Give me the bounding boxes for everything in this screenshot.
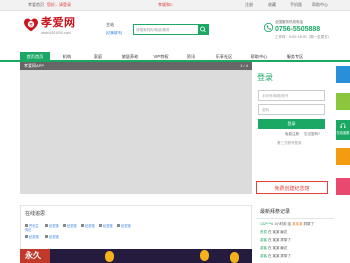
password-field[interactable]: 密码 <box>258 104 325 115</box>
slogan-text: 孝顺和C <box>158 2 173 7</box>
memorial-thumb[interactable]: 纪念馆 <box>117 224 133 229</box>
memorial-thumb[interactable]: 纪念馆 <box>25 235 41 240</box>
record-entry[interactable]: 游客 在 某某 拜祭了 <box>260 238 291 242</box>
side-tab-pink[interactable] <box>336 178 350 195</box>
bookmark-link[interactable]: 收藏 <box>268 2 276 8</box>
side-tab-green[interactable] <box>336 93 350 110</box>
hotline-hours: 工作时：9:00~18:00（周一至周五） <box>275 35 332 39</box>
broken-image-icon <box>25 235 28 238</box>
nav-item-news[interactable]: 资讯 <box>180 52 202 62</box>
current-city: 主站 <box>106 22 114 27</box>
record-entry[interactable]: 游客 在 某某 拜祭了 <box>260 254 291 258</box>
phone-icon <box>264 23 273 32</box>
nav-item-community[interactable]: 乐享社区 <box>210 52 238 62</box>
search-button[interactable] <box>198 25 208 34</box>
banner-title: 孝爱网APP <box>24 63 45 68</box>
online-memorial-title: 在线追思 <box>25 211 46 217</box>
home-link[interactable]: 孝爱首页 <box>28 2 44 8</box>
side-tab-orange[interactable] <box>336 148 350 165</box>
record-entry[interactable]: 132****6 1小时前 给 某某某 拜祭了 <box>260 222 314 226</box>
free-create-memorial-button[interactable]: 免费创建纪念馆 <box>256 181 328 194</box>
search-icon <box>200 26 206 33</box>
promo-text: 永久 <box>25 251 41 260</box>
nav-item-services[interactable]: 服务专区 <box>280 52 310 62</box>
username-placeholder: 手机号/邮箱/账号 <box>262 94 289 98</box>
switch-city-link[interactable]: [切换城市] <box>106 31 122 35</box>
third-party-login-label: 第三方账号登录 <box>277 141 302 145</box>
broken-image-icon <box>99 224 102 227</box>
username-field[interactable]: 手机号/邮箱/账号 <box>258 90 325 101</box>
online-service-label: 在线客服 <box>336 131 350 135</box>
login-button-label: 登录 <box>287 120 296 126</box>
records-title: 最新拜祭记录 <box>260 209 291 215</box>
site-title[interactable]: 孝爱网 <box>41 17 76 30</box>
broken-image-icon <box>45 224 48 227</box>
memorial-thumb[interactable]: 纪念馆 <box>63 224 79 229</box>
register-link[interactable]: 注册 <box>245 2 253 8</box>
banner-pager[interactable]: 1 / 4 <box>240 63 248 69</box>
lantern-icon <box>105 251 114 262</box>
nav-item-institutions[interactable]: 机构 <box>56 52 78 62</box>
broken-image-icon <box>117 224 120 227</box>
nav-item-travel-care[interactable]: 旅居养老 <box>115 52 145 62</box>
record-entry[interactable]: 贵宾 在 某某 献花 <box>260 230 287 234</box>
broken-image-icon <box>63 224 66 227</box>
site-url: www.5201000.com <box>41 31 71 35</box>
nav-item-help[interactable]: 帮助中心 <box>245 52 273 62</box>
memorial-thumb[interactable]: 纪念馆 <box>45 224 61 229</box>
record-entry[interactable]: 游客 在 某某 献花 <box>260 246 287 250</box>
banner-caption-bar: 孝爱网APP 1 / 4 <box>20 62 252 70</box>
lantern-icon <box>200 250 209 261</box>
main-nav: 首页首页 机构 家庭 旅居养老 VIP特权 资讯 乐享社区 帮助中心 服务专区 <box>0 50 350 62</box>
records-divider <box>256 218 334 219</box>
login-panel: 登录 手机号/邮箱/账号 密码 登录 免费注册 忘记密码? 第三方账号登录 <box>255 68 330 150</box>
search-input[interactable]: 请搜索机构/商品/服务 <box>136 28 169 32</box>
memorial-thumb[interactable]: 纪念馆 <box>81 224 97 229</box>
mobile-link[interactable]: 手机版 <box>290 2 302 8</box>
search-box: 请搜索机构/商品/服务 <box>133 24 209 35</box>
online-service-button[interactable]: 在线客服 <box>336 120 350 140</box>
side-tab-blue[interactable] <box>336 66 350 83</box>
hotline-number: 0756-5505888 <box>275 26 321 33</box>
promo-banner[interactable]: 永久 <box>20 249 252 263</box>
memorial-thumb[interactable]: 纪念馆 <box>99 224 115 229</box>
memorial-thumb[interactable]: 齐长生传记 <box>25 224 41 233</box>
nav-item-family[interactable]: 家庭 <box>87 52 109 62</box>
logo-char: 孝 <box>29 21 33 27</box>
banner-carousel[interactable]: 孝爱网APP 1 / 4 <box>20 62 252 194</box>
heart-logo-icon[interactable]: 孝 <box>23 17 39 33</box>
help-center-link[interactable]: 帮助中心 <box>312 2 328 8</box>
worship-records-panel: 最新拜祭记录 132****6 1小时前 给 某某某 拜祭了 贵宾 在 某某 献… <box>256 205 334 263</box>
password-placeholder: 密码 <box>262 108 269 112</box>
register-free-link[interactable]: 免费注册 <box>285 132 299 136</box>
broken-image-icon <box>25 224 28 227</box>
memorial-thumb[interactable]: 纪念馆 <box>45 235 61 240</box>
login-title: 登录 <box>257 73 273 82</box>
free-create-label: 免费创建纪念馆 <box>274 185 310 192</box>
nav-item-home[interactable]: 首页首页 <box>20 52 50 62</box>
lantern-icon <box>230 252 239 263</box>
broken-image-icon <box>81 224 84 227</box>
forgot-password-link[interactable]: 忘记密码? <box>304 132 320 136</box>
nav-item-vip[interactable]: VIP特权 <box>148 52 174 62</box>
login-prompt-link[interactable]: 您好，请登录 <box>47 2 71 8</box>
login-button[interactable]: 登录 <box>258 119 325 129</box>
hotline-label: 全国服务热线电话 <box>275 20 303 24</box>
broken-image-icon <box>45 235 48 238</box>
top-bar: 孝爱首页 您好，请登录 孝顺和C 注册 收藏 手机版 帮助中心 <box>0 0 350 11</box>
headset-icon <box>340 123 346 128</box>
